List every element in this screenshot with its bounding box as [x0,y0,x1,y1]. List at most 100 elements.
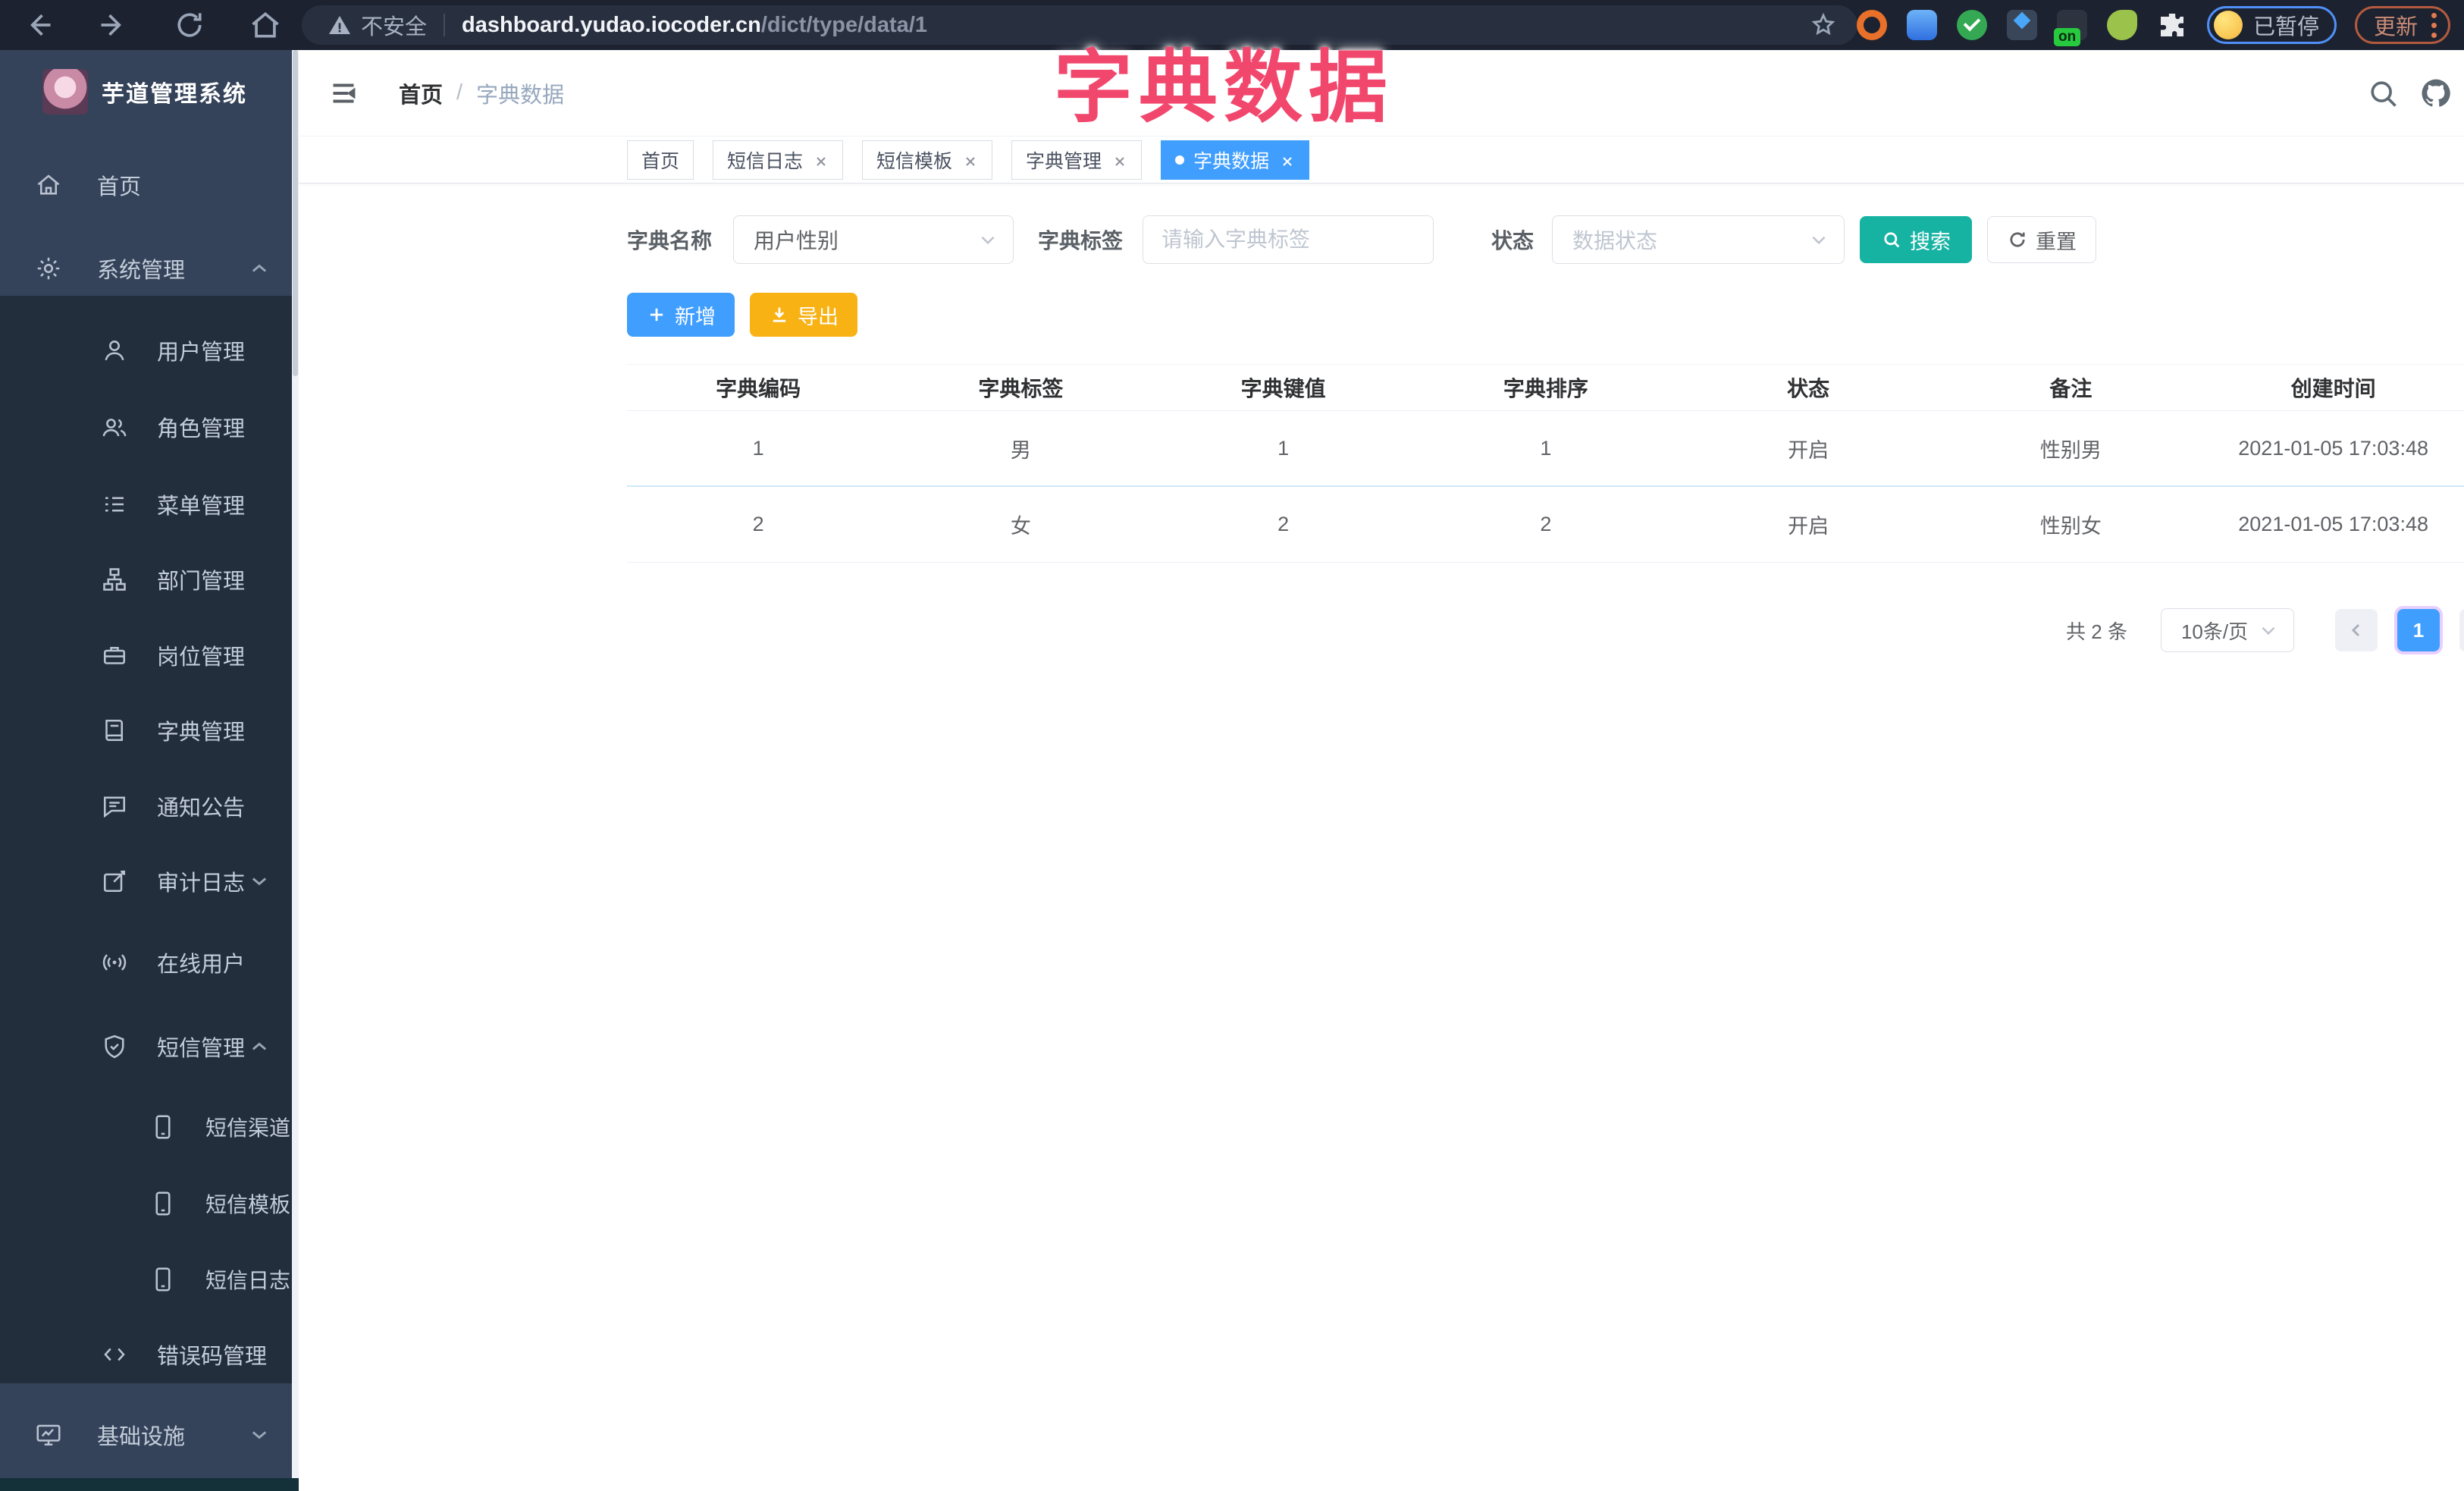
logo-image [42,69,88,115]
chevron-down-icon [249,871,270,892]
col-header: 状态 [1787,377,1830,400]
users-icon [101,413,128,441]
book-icon [101,717,128,744]
sidebar-item-home[interactable]: 首页 [0,147,299,223]
sidebar-item-error-codes[interactable]: 错误码管理 [0,1317,299,1392]
profile-paused-badge[interactable]: 已暂停 [2206,6,2337,44]
sidebar-item-infrastructure[interactable]: 基础设施 [0,1397,299,1473]
chevron-down-icon [2259,620,2278,640]
sidebar-item-sms-channel[interactable]: 短信渠道 [0,1089,299,1165]
extensions-puzzle-icon[interactable] [2157,10,2187,40]
tag-dict-manage[interactable]: 字典管理 [1011,140,1143,180]
gear-icon [35,255,62,282]
app-logo[interactable]: 芋道管理系统 [0,50,299,133]
url-host: dashboard.yudao.iocoder.cn [462,12,761,37]
back-icon[interactable] [21,8,55,42]
breadcrumb-home[interactable]: 首页 [399,77,443,109]
sidebar-item-menus[interactable]: 菜单管理 [0,466,299,542]
sidebar-item-departments[interactable]: 部门管理 [0,541,299,617]
sidebar-item-users[interactable]: 用户管理 [0,312,299,388]
user-icon [101,337,128,364]
sidebar-item-audit-log[interactable]: 审计日志 [0,843,299,919]
table-row[interactable]: 1 男 1 1 开启 性别男 2021-01-05 17:03:48 修改 删除 [627,411,2464,487]
extension-orange-icon[interactable] [1856,10,1887,40]
close-icon[interactable] [963,152,978,168]
browser-update-button[interactable]: 更新 [2354,6,2450,44]
github-icon[interactable] [2419,77,2453,110]
sidebar-item-online-users[interactable]: 在线用户 [0,924,299,1000]
col-header: 备注 [2049,377,2093,400]
page-size-select[interactable]: 10条/页 [2160,608,2294,652]
extension-green-icon[interactable] [2106,10,2137,40]
sidebar-item-notice[interactable]: 通知公告 [0,768,299,844]
tag-home[interactable]: 首页 [627,140,694,180]
reload-icon[interactable] [173,8,206,42]
reset-button[interactable]: 重置 [1987,216,2097,263]
chevron-up-icon [249,1036,270,1057]
sidebar-item-roles[interactable]: 角色管理 [0,389,299,465]
extension-on-icon[interactable]: on [2053,10,2087,46]
dict-label-label: 字典标签 [1038,229,1124,253]
forward-icon[interactable] [97,8,130,42]
status-text: 开启 [1788,438,1829,462]
breadcrumb-current: 字典数据 [476,83,565,108]
tag-sms-template[interactable]: 短信模板 [862,140,993,180]
sidebar: 芋道管理系统 首页 系统管理 用户管理 角色管理 菜单管理 部门管理 岗位管理 … [0,50,299,1491]
sidebar-item-dict[interactable]: 字典管理 [0,692,299,768]
close-icon[interactable] [1280,152,1295,168]
browser-menu-icon[interactable] [2431,12,2437,38]
extensions-row: on 已暂停 更新 [1856,0,2464,50]
close-icon[interactable] [1112,152,1127,168]
status-label: 状态 [1491,229,1535,253]
sidebar-item-system[interactable]: 系统管理 [0,231,299,306]
tag-dict-data[interactable]: 字典数据 [1161,140,1310,180]
search-button[interactable]: 搜索 [1860,216,1973,263]
prev-page-button[interactable] [2334,609,2378,651]
filter-form: 字典名称 用户性别 字典标签 状态 数据状态 搜索 重置 [627,215,2464,264]
home-browser-icon[interactable] [249,8,282,42]
table-row[interactable]: 2 女 2 2 开启 性别女 2021-01-05 17:03:48 修改 删除 [627,487,2464,563]
briefcase-icon [101,642,128,669]
sidebar-item-sms-template[interactable]: 短信模板 [0,1166,299,1241]
paused-label: 已暂停 [2252,15,2319,39]
sidebar-scrollbar[interactable] [292,50,299,1491]
extension-diamond-icon[interactable] [2006,10,2037,40]
tag-sms-log[interactable]: 短信日志 [713,140,844,180]
add-button[interactable]: 新增 [627,293,735,337]
col-header: 字典标签 [978,377,1064,400]
status-text: 开启 [1788,515,1829,538]
main-panel: 首页 / 字典数据 ? tT 首页 短信日志 短信模板 [299,50,2464,1491]
home-icon [35,171,62,199]
sidebar-item-posts[interactable]: 岗位管理 [0,617,299,693]
status-select[interactable]: 数据状态 [1552,215,1845,264]
phone-icon [149,1266,177,1293]
phone-icon [149,1190,177,1217]
dict-name-select[interactable]: 用户性别 [733,215,1014,264]
sidebar-item-sms-log[interactable]: 短信日志 [0,1241,299,1317]
app-title: 芋道管理系统 [102,82,247,107]
extension-blue-icon[interactable] [1906,10,1937,40]
table-toolbar: 新增 导出 [627,293,2464,337]
dict-label-input[interactable] [1143,215,1434,264]
address-separator [444,14,446,36]
collapse-sidebar-icon[interactable] [328,80,359,107]
export-button[interactable]: 导出 [750,293,857,337]
profile-emoji-icon [2213,11,2243,39]
col-header: 字典排序 [1503,377,1588,400]
breadcrumb: 首页 / 字典数据 [399,77,564,109]
next-page-button[interactable] [2459,609,2464,651]
search-icon[interactable] [2366,77,2400,110]
bookmark-star-icon[interactable] [1810,12,1836,38]
active-dot [1175,155,1185,165]
extension-check-icon[interactable] [1956,10,1987,40]
current-page-button[interactable]: 1 [2397,609,2440,651]
sidebar-item-sms[interactable]: 短信管理 [0,1009,299,1085]
on-badge: on [2053,28,2081,46]
page-content: 字典名称 用户性别 字典标签 状态 数据状态 搜索 重置 [299,215,2464,652]
online-signal-icon [101,949,128,976]
warning-icon [328,13,352,37]
close-icon[interactable] [813,152,829,168]
breadcrumb-separator: / [456,80,463,105]
total-count: 共 2 条 [2066,620,2127,643]
url-path: /dict/type/data/1 [760,12,927,37]
